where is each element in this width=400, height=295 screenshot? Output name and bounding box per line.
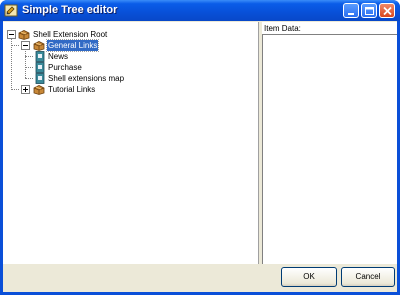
tree-node-label: News xyxy=(48,52,69,61)
minus-icon xyxy=(23,45,28,46)
tree-node-shell-extensions-map[interactable]: Shell extensions map xyxy=(3,73,203,84)
collapse-toggle[interactable] xyxy=(21,41,30,50)
document-icon xyxy=(35,62,45,73)
tree-node-label: Shell Extension Root xyxy=(33,30,108,39)
tree-node-label: Shell extensions map xyxy=(48,74,125,83)
close-icon xyxy=(383,6,392,16)
title-bar[interactable]: Simple Tree editor xyxy=(0,0,400,21)
item-data-pane: Item Data: xyxy=(262,22,397,264)
document-icon xyxy=(35,73,45,84)
document-icon xyxy=(35,51,45,62)
package-icon xyxy=(33,85,45,95)
tree-node-general-links[interactable]: General Links xyxy=(3,39,203,52)
ok-button[interactable]: OK xyxy=(281,267,337,287)
app-icon xyxy=(4,4,18,17)
tree-node-label: Purchase xyxy=(48,63,82,72)
package-icon xyxy=(33,41,45,51)
tree-node-tutorial-links[interactable]: Tutorial Links xyxy=(3,84,203,95)
close-button[interactable] xyxy=(379,3,395,18)
window-title: Simple Tree editor xyxy=(22,4,118,16)
dialog-window: Simple Tree editor Shell Extension Root … xyxy=(0,0,400,295)
maximize-button[interactable] xyxy=(361,3,377,18)
package-icon xyxy=(18,30,30,40)
plus-icon xyxy=(23,87,28,92)
cancel-button[interactable]: Cancel xyxy=(341,267,395,287)
tree-node-purchase[interactable]: Purchase xyxy=(3,62,203,73)
tree-view[interactable]: Shell Extension Root General Links News … xyxy=(3,22,259,264)
minimize-button[interactable] xyxy=(343,3,359,18)
tree-node-label: General Links xyxy=(45,39,100,52)
tree-node-root[interactable]: Shell Extension Root xyxy=(3,29,203,40)
collapse-toggle[interactable] xyxy=(7,30,16,39)
maximize-icon xyxy=(365,7,374,15)
dialog-client-area: Shell Extension Root General Links News … xyxy=(3,21,397,292)
minus-icon xyxy=(9,34,14,35)
tree-node-news[interactable]: News xyxy=(3,51,203,62)
item-data-field[interactable] xyxy=(262,34,397,264)
minimize-icon xyxy=(348,13,354,15)
expand-toggle[interactable] xyxy=(21,85,30,94)
tree-node-label: Tutorial Links xyxy=(48,85,96,94)
item-data-label: Item Data: xyxy=(264,24,301,33)
